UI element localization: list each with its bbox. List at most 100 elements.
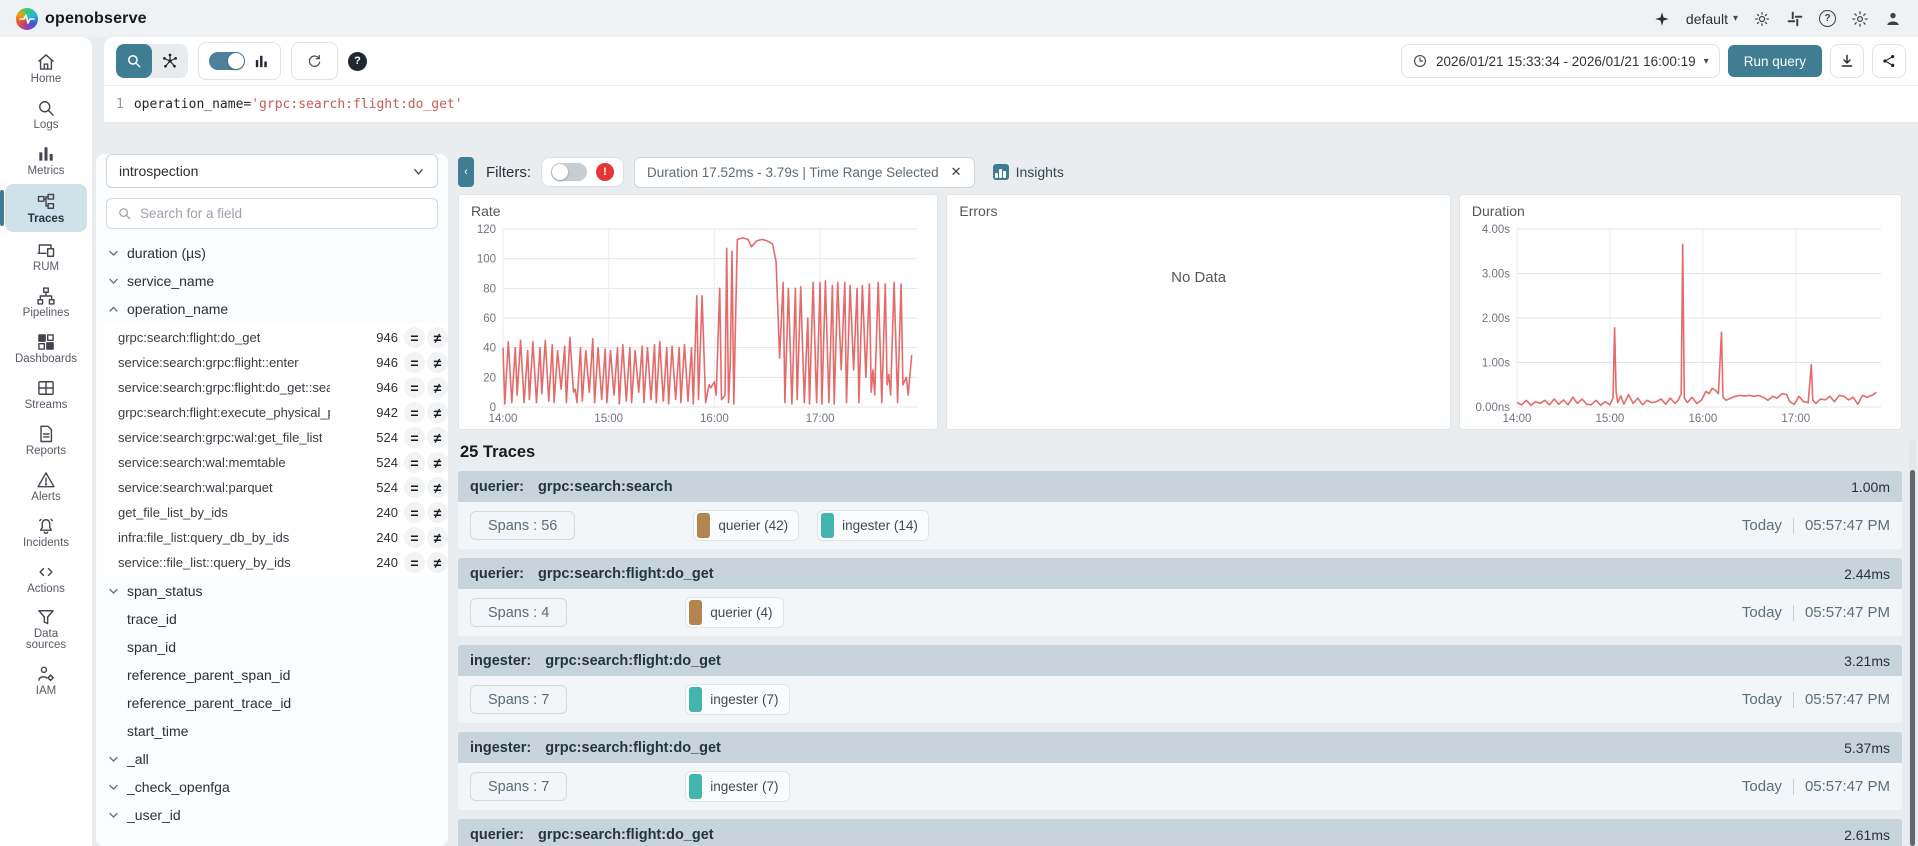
trace-row-header[interactable]: querier: grpc:search:search 1.00m xyxy=(458,471,1902,502)
sidebar-item-data-sources[interactable]: Data sources xyxy=(5,602,87,656)
field-value-row[interactable]: infra:file_list:query_db_by_ids 240 = ≠ xyxy=(118,525,448,550)
not-equals-icon[interactable]: ≠ xyxy=(427,402,448,423)
field-value-row[interactable]: service:search:grpc:flight::enter 946 = ≠ xyxy=(118,350,448,375)
field-row-user-id[interactable]: _user_id xyxy=(106,801,438,829)
trace-row-header[interactable]: ingester: grpc:search:flight:do_get 3.21m… xyxy=(458,645,1902,676)
field-value-row[interactable]: service:search:grpc:wal:get_file_list 524… xyxy=(118,425,448,450)
trace-row-header[interactable]: querier: grpc:search:flight:do_get 2.61ms xyxy=(458,819,1902,846)
sidebar-item-streams[interactable]: Streams xyxy=(5,372,87,416)
sidebar-item-dashboards[interactable]: Dashboards xyxy=(5,326,87,370)
not-equals-icon[interactable]: ≠ xyxy=(427,502,448,523)
time-range-picker[interactable]: 2026/01/21 15:33:34 - 2026/01/21 16:00:1… xyxy=(1400,44,1720,78)
close-icon[interactable]: ✕ xyxy=(951,164,962,180)
equals-icon[interactable]: = xyxy=(404,452,425,473)
trace-timestamp: Today 05:57:47 PM xyxy=(1741,517,1890,534)
collapse-fields-panel-button[interactable]: ‹ xyxy=(458,157,474,187)
not-equals-icon[interactable]: ≠ xyxy=(427,477,448,498)
equals-icon[interactable]: = xyxy=(404,527,425,548)
sidebar-item-metrics[interactable]: Metrics xyxy=(5,138,87,182)
field-value-row[interactable]: grpc:search:flight:do_get 946 = ≠ xyxy=(118,325,448,350)
field-row-check-openfga[interactable]: _check_openfga xyxy=(106,773,438,801)
sidebar-item-home[interactable]: Home xyxy=(5,46,87,90)
not-equals-icon[interactable]: ≠ xyxy=(427,352,448,373)
not-equals-icon[interactable]: ≠ xyxy=(427,527,448,548)
profile-icon[interactable] xyxy=(1884,10,1902,28)
trace-row-body: Spans : 7 ingester (7) Today 05:57:47 PM xyxy=(458,763,1902,810)
trace-row-header[interactable]: querier: grpc:search:flight:do_get 2.44ms xyxy=(458,558,1902,589)
not-equals-icon[interactable]: ≠ xyxy=(427,452,448,473)
trace-row[interactable]: querier: grpc:search:flight:do_get 2.44ms… xyxy=(458,558,1902,636)
sidebar-item-logs[interactable]: Logs xyxy=(5,92,87,136)
insights-link[interactable]: Insights xyxy=(992,164,1064,180)
field-row-reference-parent-span-id[interactable]: reference_parent_span_id xyxy=(106,661,438,689)
scrollbar-thumb[interactable] xyxy=(1910,470,1915,846)
field-row-all[interactable]: _all xyxy=(106,745,438,773)
not-equals-icon[interactable]: ≠ xyxy=(427,552,448,573)
equals-icon[interactable]: = xyxy=(404,552,425,573)
not-equals-icon[interactable]: ≠ xyxy=(427,377,448,398)
sidebar-item-alerts[interactable]: Alerts xyxy=(5,464,87,508)
sidebar-item-rum[interactable]: RUM xyxy=(5,234,87,278)
trace-row[interactable]: ingester: grpc:search:flight:do_get 3.21m… xyxy=(458,645,1902,723)
chevron-down-icon xyxy=(109,588,118,594)
equals-icon[interactable]: = xyxy=(404,402,425,423)
field-row-span-id[interactable]: span_id xyxy=(106,633,438,661)
sidebar-item-actions[interactable]: Actions xyxy=(5,556,87,600)
service-map-button[interactable] xyxy=(152,44,188,78)
share-button[interactable] xyxy=(1872,44,1906,78)
duration-chart[interactable]: 0.00ns 1.00s 2.00s 3.00s 4.00s 14:00 15:00 16:0… xyxy=(1470,221,1891,427)
field-search-input[interactable] xyxy=(140,206,427,221)
sidebar-item-reports[interactable]: Reports xyxy=(5,418,87,462)
query-help-icon[interactable]: ? xyxy=(348,51,367,71)
field-value-row[interactable]: grpc:search:flight:execute_physical_p...… xyxy=(118,400,448,425)
search-mode-button[interactable] xyxy=(116,44,152,78)
org-selector[interactable]: default ▾ xyxy=(1686,11,1738,27)
settings-icon[interactable] xyxy=(1851,10,1869,28)
sidebar-item-iam[interactable]: IAM xyxy=(5,658,87,702)
field-value-row[interactable]: service::file_list::query_by_ids 240 = ≠ xyxy=(118,550,448,575)
field-value-row[interactable]: get_file_list_by_ids 240 = ≠ xyxy=(118,500,448,525)
query-editor[interactable]: 1 operation_name='grpc:search:flight:do_… xyxy=(104,85,1918,122)
field-row-start-time[interactable]: start_time xyxy=(106,717,438,745)
stream-selector[interactable]: introspection xyxy=(106,154,438,188)
field-value-row[interactable]: service:search:wal:memtable 524 = ≠ xyxy=(118,450,448,475)
field-row-reference-parent-trace-id[interactable]: reference_parent_trace_id xyxy=(106,689,438,717)
sidebar-item-pipelines[interactable]: Pipelines xyxy=(5,280,87,324)
run-query-button[interactable]: Run query xyxy=(1727,45,1822,77)
sidebar-item-incidents[interactable]: Incidents xyxy=(5,510,87,554)
duration-filter-chip[interactable]: Duration 17.52ms - 3.79s | Time Range Se… xyxy=(634,156,975,188)
field-value-row[interactable]: service:search:wal:parquet 524 = ≠ xyxy=(118,475,448,500)
trace-row[interactable]: querier: grpc:search:flight:do_get 2.61ms… xyxy=(458,819,1902,846)
help-icon[interactable]: ? xyxy=(1819,10,1836,27)
field-row-trace-id[interactable]: trace_id xyxy=(106,605,438,633)
trace-row[interactable]: ingester: grpc:search:flight:do_get 5.37m… xyxy=(458,732,1902,810)
filter-toggle[interactable] xyxy=(551,163,587,181)
sidebar-item-traces[interactable]: Traces xyxy=(0,184,87,232)
service-color-swatch xyxy=(689,600,703,625)
trace-operation: grpc:search:flight:do_get xyxy=(538,826,714,843)
histogram-toggle[interactable] xyxy=(209,52,245,70)
download-button[interactable] xyxy=(1830,44,1864,78)
filter-error-icon[interactable]: ! xyxy=(596,163,614,181)
not-equals-icon[interactable]: ≠ xyxy=(427,427,448,448)
trace-service: querier: xyxy=(470,478,524,495)
rate-chart[interactable]: 0 20 40 60 80 100 120 14:00 15:00 16:00 17:00 xyxy=(469,221,927,427)
field-row-operation-name[interactable]: operation_name xyxy=(106,295,438,323)
equals-icon[interactable]: = xyxy=(404,477,425,498)
field-row-service-name[interactable]: service_name xyxy=(106,267,438,295)
field-row-duration[interactable]: duration (µs) xyxy=(106,239,438,267)
apps-icon[interactable] xyxy=(1786,10,1804,28)
theme-icon[interactable] xyxy=(1753,10,1771,28)
field-value-row[interactable]: service:search:grpc:flight:do_get::sear.… xyxy=(118,375,448,400)
equals-icon[interactable]: = xyxy=(404,327,425,348)
not-equals-icon[interactable]: ≠ xyxy=(427,327,448,348)
trace-row[interactable]: querier: grpc:search:search 1.00m Spans :… xyxy=(458,471,1902,549)
ai-sparkle-icon[interactable] xyxy=(1653,10,1671,28)
trace-row-header[interactable]: ingester: grpc:search:flight:do_get 5.37m… xyxy=(458,732,1902,763)
field-row-span-status[interactable]: span_status xyxy=(106,577,438,605)
equals-icon[interactable]: = xyxy=(404,377,425,398)
equals-icon[interactable]: = xyxy=(404,427,425,448)
equals-icon[interactable]: = xyxy=(404,352,425,373)
equals-icon[interactable]: = xyxy=(404,502,425,523)
refresh-icon[interactable] xyxy=(306,53,323,70)
